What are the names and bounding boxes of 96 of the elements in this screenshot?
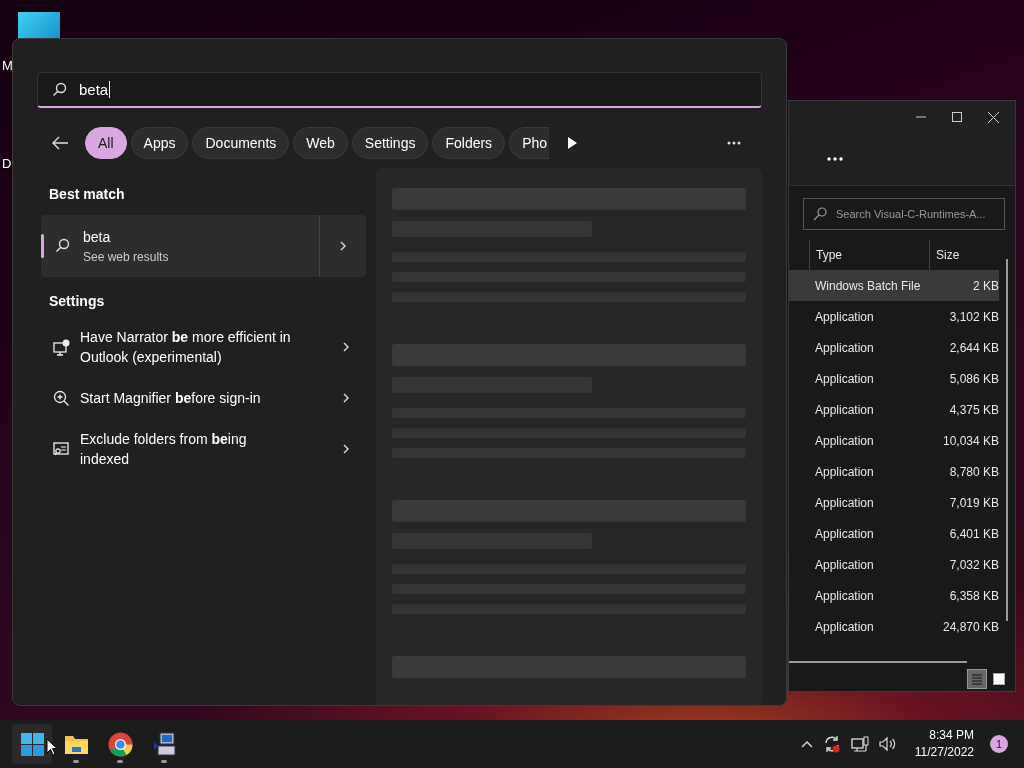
- search-icon: [55, 238, 71, 254]
- maximize-icon: [952, 112, 962, 122]
- windows-logo-icon: [19, 731, 45, 757]
- chevron-up-icon: [800, 740, 813, 748]
- search-field[interactable]: beta: [37, 72, 762, 108]
- table-cell-text: Application: [814, 464, 875, 479]
- chevron-right-icon: [342, 342, 350, 352]
- details-view-icon: [970, 672, 984, 686]
- chevron-right-icon: [339, 241, 347, 251]
- zoom-in-icon: [53, 389, 70, 407]
- best-match-item[interactable]: beta See web results: [41, 215, 366, 277]
- settings-result-item[interactable]: Exclude folders from being indexed: [41, 419, 366, 479]
- file-row[interactable]: Application 6,401 KB: [789, 518, 999, 549]
- back-arrow-icon: [51, 136, 69, 150]
- clock[interactable]: 8:34 PM 11/27/2022: [914, 727, 974, 761]
- mouse-pointer-icon: [46, 738, 58, 756]
- notification-badge[interactable]: 1: [990, 735, 1008, 753]
- filter-tab[interactable]: Pho: [509, 127, 550, 159]
- desktop-icon-label: D: [2, 156, 12, 171]
- date-text: 11/27/2022: [914, 744, 974, 761]
- result-title: Start Magnifier before sign-in: [80, 389, 262, 408]
- result-title: Exclude folders from being indexed: [80, 430, 248, 469]
- result-title: beta: [83, 228, 112, 245]
- settings-result-item[interactable]: Start Magnifier before sign-in: [41, 377, 366, 419]
- table-cell-text: 5,086 KB: [948, 371, 999, 386]
- filter-tab[interactable]: All: [85, 127, 127, 159]
- search-icon: [52, 82, 67, 97]
- play-arrow-icon: [567, 137, 578, 149]
- table-cell-text: 6,401 KB: [948, 526, 999, 541]
- table-cell-text: Application: [814, 402, 875, 417]
- computer-setup-icon: [151, 731, 177, 757]
- file-row[interactable]: Application 2,644 KB: [789, 332, 999, 363]
- windows-logo-button[interactable]: [12, 724, 52, 764]
- tiles-view-icon: [992, 672, 1006, 686]
- running-indicator: [161, 760, 167, 763]
- table-cell-text: Application: [814, 340, 875, 355]
- section-heading: Settings: [48, 292, 106, 311]
- file-row[interactable]: Application 8,780 KB: [789, 456, 999, 487]
- details-view-button[interactable]: [967, 669, 987, 689]
- running-indicator: [117, 760, 123, 763]
- sync-icon: [822, 735, 841, 753]
- desktop-icon[interactable]: [18, 12, 60, 40]
- table-cell-text: Application: [814, 557, 875, 572]
- search-icon: [813, 207, 827, 221]
- filter-tab[interactable]: Settings: [351, 127, 429, 159]
- table-cell-text: Application: [814, 433, 875, 448]
- file-row[interactable]: Application 5,086 KB: [789, 363, 999, 394]
- table-cell: 10,034 KB: [941, 433, 999, 448]
- more-icon: [727, 141, 742, 145]
- running-indicator: [73, 760, 79, 763]
- result-subtitle: See web results: [83, 249, 169, 264]
- table-cell-text: 2 KB: [972, 278, 999, 293]
- filter-tab[interactable]: Apps: [130, 127, 189, 159]
- network-icon: [850, 736, 869, 752]
- desktop-icon-label: M: [2, 58, 13, 73]
- table-cell-text: 7,019 KB: [948, 495, 999, 510]
- filter-tab[interactable]: Web: [293, 127, 348, 159]
- volume-icon: [878, 736, 897, 752]
- more-icon: [827, 157, 843, 161]
- chevron-right-icon: [342, 393, 350, 403]
- table-cell-text: Application: [814, 371, 875, 386]
- table-cell-text: 4,375 KB: [948, 402, 999, 417]
- table-cell-text: 6,358 KB: [948, 588, 999, 603]
- table-cell-text: 2,644 KB: [948, 340, 999, 355]
- time-text: 8:34 PM: [929, 727, 974, 744]
- table-cell-text: Application: [814, 619, 875, 634]
- file-row[interactable]: Application 24,870 KB: [789, 611, 999, 642]
- table-cell-text: Application: [814, 526, 875, 541]
- table-cell-text: Application: [814, 495, 875, 510]
- document-search-icon: [53, 440, 70, 458]
- chevron-right-icon: [342, 444, 350, 454]
- table-cell: 24,870 KB: [941, 619, 999, 634]
- table-cell-text: Windows Batch File: [814, 278, 922, 293]
- file-row[interactable]: Application 10,034 KB: [789, 425, 999, 456]
- file-row[interactable]: Application 4,375 KB: [789, 394, 999, 425]
- table-cell-text: 7,032 KB: [948, 557, 999, 572]
- table-cell-text: Application: [814, 588, 875, 603]
- result-title: Have Narrator be more efficient in Outlook (experimental): [80, 328, 292, 367]
- file-row[interactable]: Application 3,102 KB: [789, 301, 999, 332]
- horizontal-scrollbar[interactable]: [789, 661, 967, 663]
- file-row[interactable]: Application 6,358 KB: [789, 580, 999, 611]
- filter-tab[interactable]: Documents: [192, 127, 290, 159]
- search-field[interactable]: Search Visual-C-Runtimes-A...: [803, 198, 1005, 230]
- file-row[interactable]: Application 7,019 KB: [789, 487, 999, 518]
- file-row[interactable]: Application 7,032 KB: [789, 549, 999, 580]
- table-cell-text: Application: [814, 309, 875, 324]
- close-icon: [988, 111, 999, 123]
- filter-tab[interactable]: Folders: [432, 127, 506, 159]
- table-cell-text: 8,780 KB: [948, 464, 999, 479]
- monitor-speech-icon: [53, 338, 70, 356]
- table-cell-text: 3,102 KB: [948, 309, 999, 324]
- browser-icon: [107, 731, 133, 757]
- settings-result-item[interactable]: Have Narrator be more efficient in Outlook (experimental): [41, 317, 366, 377]
- file-row[interactable]: Windows Batch File 2 KB: [789, 270, 999, 301]
- vertical-scrollbar[interactable]: [1006, 259, 1008, 621]
- section-heading: Best match: [48, 185, 126, 204]
